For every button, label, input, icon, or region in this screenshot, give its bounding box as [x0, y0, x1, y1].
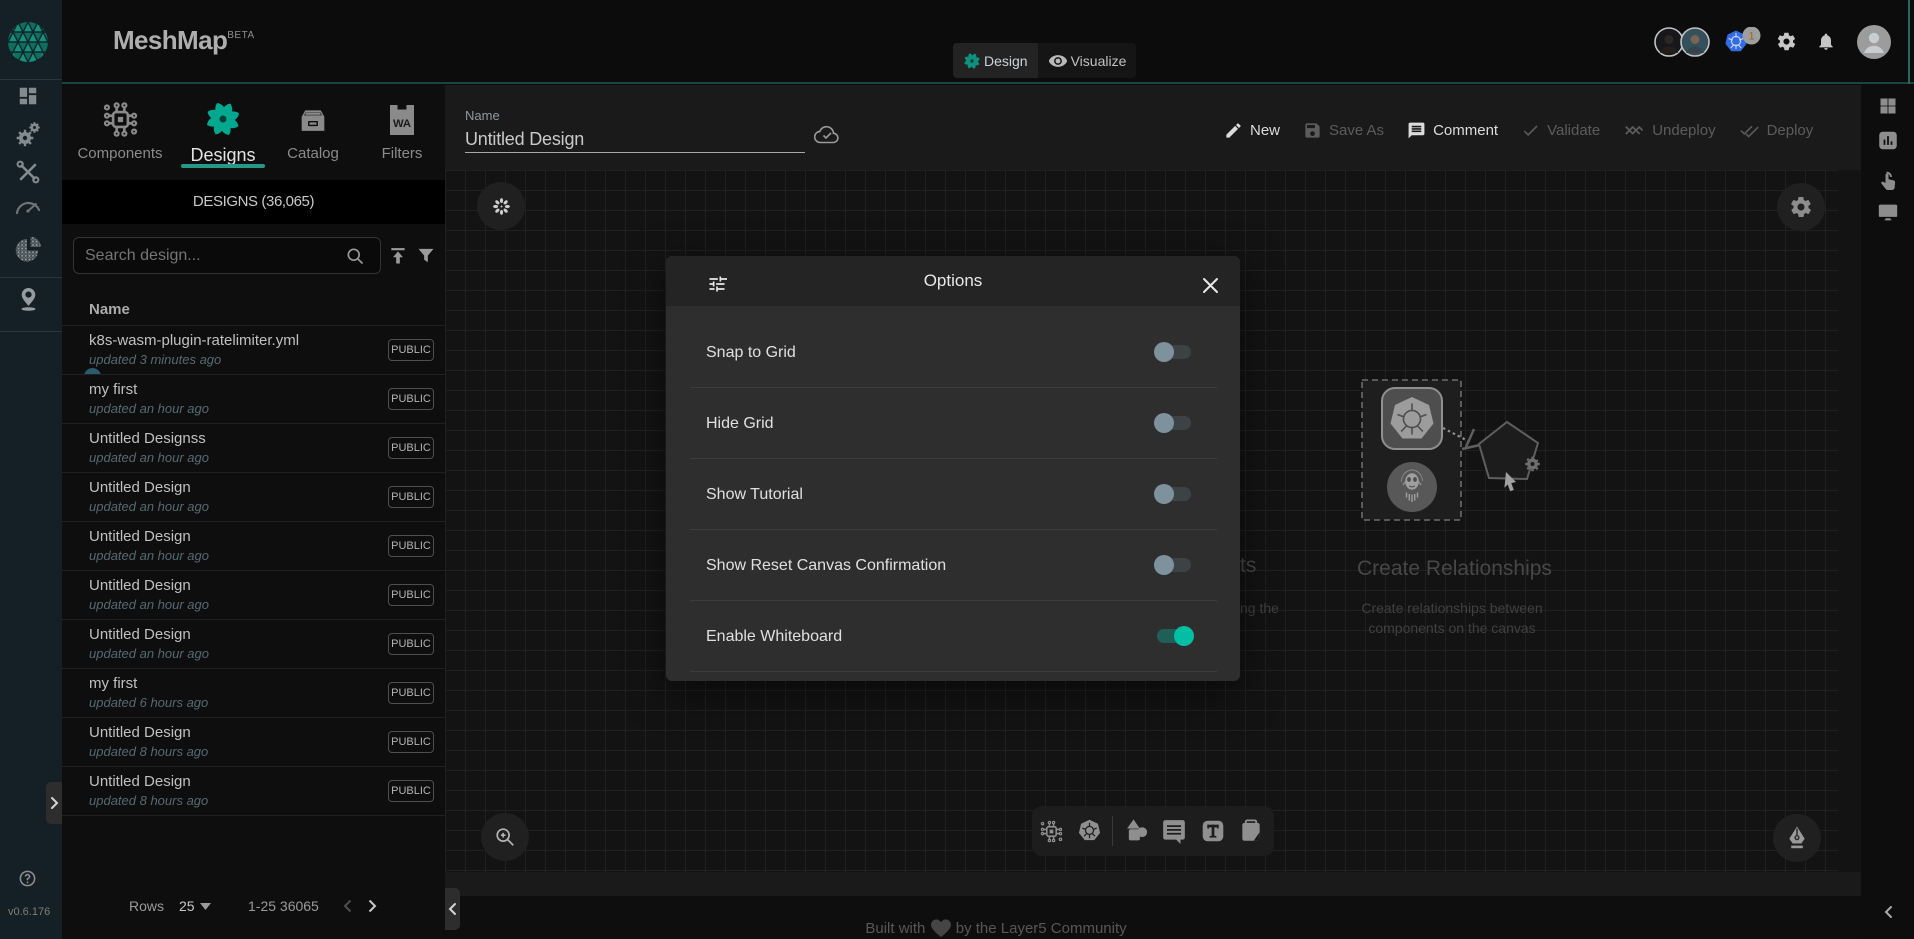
svg-text:WA: WA — [393, 118, 411, 130]
svg-text:1: 1 — [1748, 30, 1754, 42]
